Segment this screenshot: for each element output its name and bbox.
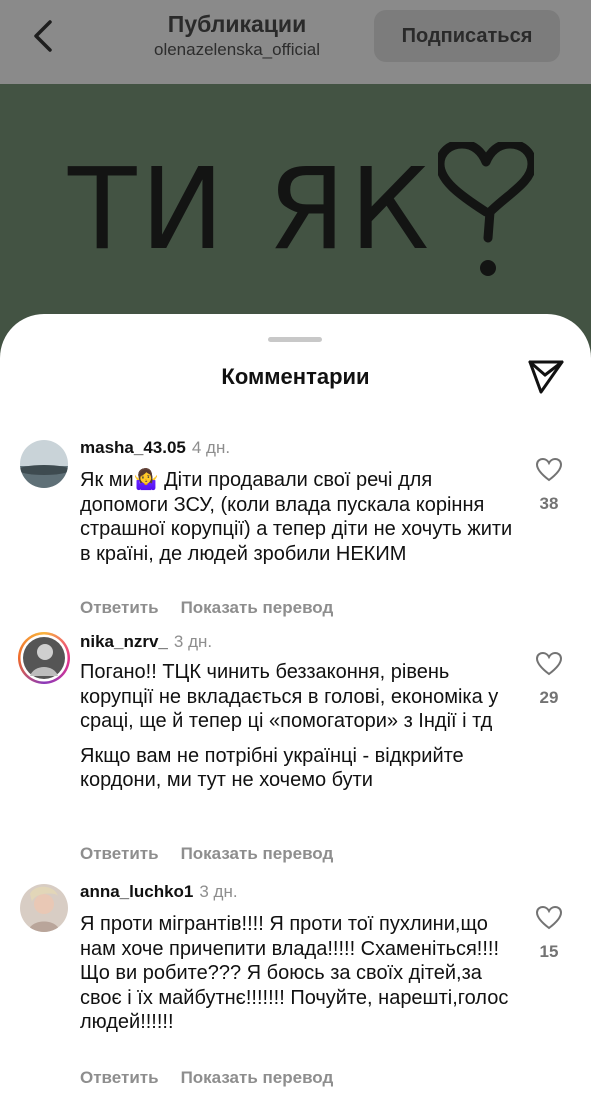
top-header: Публикации olenazelenska_official Подпис… <box>0 0 591 84</box>
comment-actions: Ответить Показать перевод <box>80 1068 333 1088</box>
back-arrow-icon[interactable] <box>26 16 62 56</box>
comment-paragraph: Якщо вам не потрібні українці - відкрийт… <box>80 744 464 792</box>
comment-meta: masha_43.05 4 дн. <box>80 438 230 458</box>
comment-paragraph: Погано!! ТЦК чинить беззаконня, рівень к… <box>80 661 499 732</box>
heart-question-mark-icon <box>438 142 534 276</box>
post-image-text: ТИ ЯК <box>68 145 434 275</box>
comment-item: anna_luchko1 3 дн. Я проти мігрантів!!!! … <box>0 882 591 1092</box>
comment-meta: anna_luchko1 3 дн. <box>80 882 238 902</box>
show-translation-button[interactable]: Показать перевод <box>181 844 334 863</box>
sheet-drag-handle[interactable] <box>268 337 322 342</box>
comment-age: 4 дн. <box>191 438 231 457</box>
page-title: Публикации <box>167 11 307 37</box>
comment-item: masha_43.05 4 дн. Як ми🤷‍♀️ Діти продавал… <box>0 438 591 628</box>
comment-text: Я проти мігрантів!!!! Я проти тої пухлин… <box>80 913 509 1033</box>
like-count: 29 <box>539 688 559 707</box>
comment-username[interactable]: masha_43.05 <box>80 438 186 457</box>
like-count: 38 <box>539 494 559 513</box>
subscribe-button[interactable]: Подписаться <box>374 10 560 62</box>
comments-title: Комментарии <box>221 364 370 389</box>
avatar[interactable] <box>20 440 68 488</box>
header-titles: Публикации olenazelenska_official <box>112 10 362 61</box>
comment-actions: Ответить Показать перевод <box>80 598 333 618</box>
comment-meta: nika_nzrv_ 3 дн. <box>80 632 212 652</box>
heart-icon[interactable] <box>536 652 562 676</box>
comment-item: nika_nzrv_ 3 дн. Погано!! ТЦК чинить безз… <box>0 632 591 872</box>
comment-text: Як ми🤷‍♀️ Діти продавали свої речі для д… <box>80 469 513 565</box>
share-paper-plane-icon[interactable] <box>527 358 565 394</box>
heart-icon[interactable] <box>536 906 562 930</box>
account-name[interactable]: olenazelenska_official <box>112 39 362 61</box>
avatar-story-ring[interactable] <box>18 632 70 684</box>
show-translation-button[interactable]: Показать перевод <box>181 598 334 617</box>
comment-age: 3 дн. <box>199 882 238 901</box>
reply-button[interactable]: Ответить <box>80 598 159 617</box>
comment-username[interactable]: anna_luchko1 <box>80 882 193 901</box>
comment-age: 3 дн. <box>173 632 213 651</box>
comment-text: Погано!! ТЦК чинить беззаконня, рівень к… <box>80 660 520 793</box>
avatar[interactable] <box>20 884 68 932</box>
reply-button[interactable]: Ответить <box>80 844 159 863</box>
like-count: 15 <box>539 942 559 961</box>
comment-username[interactable]: nika_nzrv_ <box>80 632 168 651</box>
comments-sheet: Комментарии masha_43.05 4 дн. Як ми🤷‍♀️ Д… <box>0 314 591 1104</box>
reply-button[interactable]: Ответить <box>80 1068 159 1087</box>
heart-icon[interactable] <box>536 458 562 482</box>
show-translation-button[interactable]: Показать перевод <box>181 1068 334 1087</box>
comment-actions: Ответить Показать перевод <box>80 844 333 864</box>
